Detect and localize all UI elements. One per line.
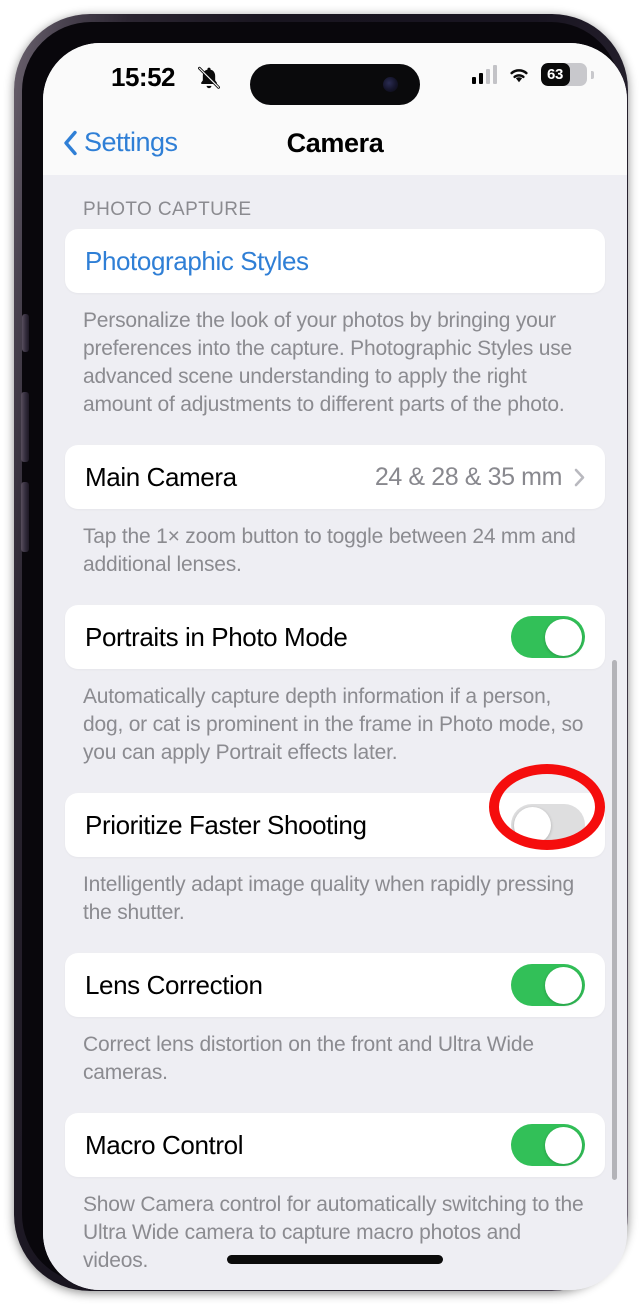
bell-slash-icon [198,66,220,89]
footnote-prioritize-faster-shooting: Intelligently adapt image quality when r… [83,873,574,924]
row-label-photographic-styles: Photographic Styles [85,245,309,276]
row-label-macro-control: Macro Control [85,1129,244,1160]
home-indicator[interactable] [227,1255,443,1264]
card-prioritize-faster-shooting: Prioritize Faster Shooting [65,793,605,857]
about-camera-arkit-privacy-link[interactable]: About Camera and ARKit & Privacy... [43,1275,627,1290]
battery-icon: 63 [541,63,587,86]
macro-control-toggle[interactable] [511,1124,585,1166]
row-label-prioritize-faster-shooting: Prioritize Faster Shooting [85,809,367,840]
row-prioritize-faster-shooting[interactable]: Prioritize Faster Shooting [65,793,605,857]
settings-scroll-area[interactable]: PHOTO CAPTURE Photographic Styles Person… [43,175,627,1290]
volume-down-button[interactable] [21,482,29,552]
toggle-knob [545,1126,582,1164]
vertical-scrollbar[interactable] [612,660,617,1180]
row-lens-correction[interactable]: Lens Correction [65,953,605,1017]
card-lens-correction: Lens Correction [65,953,605,1017]
lens-correction-toggle[interactable] [511,964,585,1006]
battery-cap [591,71,594,79]
row-photographic-styles[interactable]: Photographic Styles [65,229,605,293]
row-label-portraits-in-photo-mode: Portraits in Photo Mode [85,621,348,652]
card-photographic-styles: Photographic Styles [65,229,605,293]
footnote-photographic-styles: Personalize the look of your photos by b… [83,309,573,416]
cellular-signal-icon [471,65,497,84]
card-macro-control: Macro Control [65,1113,605,1177]
portraits-in-photo-mode-toggle[interactable] [511,616,585,658]
footnote-portraits-in-photo-mode: Automatically capture depth information … [83,685,584,764]
row-macro-control[interactable]: Macro Control [65,1113,605,1177]
toggle-knob [545,618,582,656]
toggle-knob [513,806,551,844]
card-main-camera: Main Camera 24 & 28 & 35 mm [65,445,605,509]
battery-level-text: 63 [547,66,564,83]
toggle-knob [545,966,582,1004]
navigation-bar: Settings Camera [43,115,627,175]
page-title: Camera [286,128,384,158]
volume-up-button[interactable] [21,392,29,462]
front-camera-lens-icon [383,77,398,92]
row-main-camera[interactable]: Main Camera 24 & 28 & 35 mm [65,445,605,509]
phone-screen: 15:52 63 Settings Camera PHOTO CAPTURE P… [43,43,627,1290]
dynamic-island[interactable] [250,64,420,105]
status-bar-indicators: 63 [471,63,587,86]
status-bar: 15:52 63 [43,43,627,115]
footnote-lens-correction: Correct lens distortion on the front and… [83,1033,534,1084]
row-portraits-in-photo-mode[interactable]: Portraits in Photo Mode [65,605,605,669]
wifi-icon [510,69,528,83]
chevron-right-icon [574,468,585,486]
action-mute-button[interactable] [22,314,29,352]
footnote-main-camera: Tap the 1× zoom button to toggle between… [83,525,576,576]
iphone-device-frame: 15:52 63 Settings Camera PHOTO CAPTURE P… [14,14,628,1291]
row-value-main-camera: 24 & 28 & 35 mm [374,462,563,491]
section-header-photo-capture: PHOTO CAPTURE [83,199,252,220]
status-bar-clock: 15:52 [111,62,176,92]
row-label-lens-correction: Lens Correction [85,969,263,1000]
prioritize-faster-shooting-toggle[interactable] [511,804,585,846]
row-label-main-camera: Main Camera [85,461,237,492]
card-portraits-in-photo-mode: Portraits in Photo Mode [65,605,605,669]
